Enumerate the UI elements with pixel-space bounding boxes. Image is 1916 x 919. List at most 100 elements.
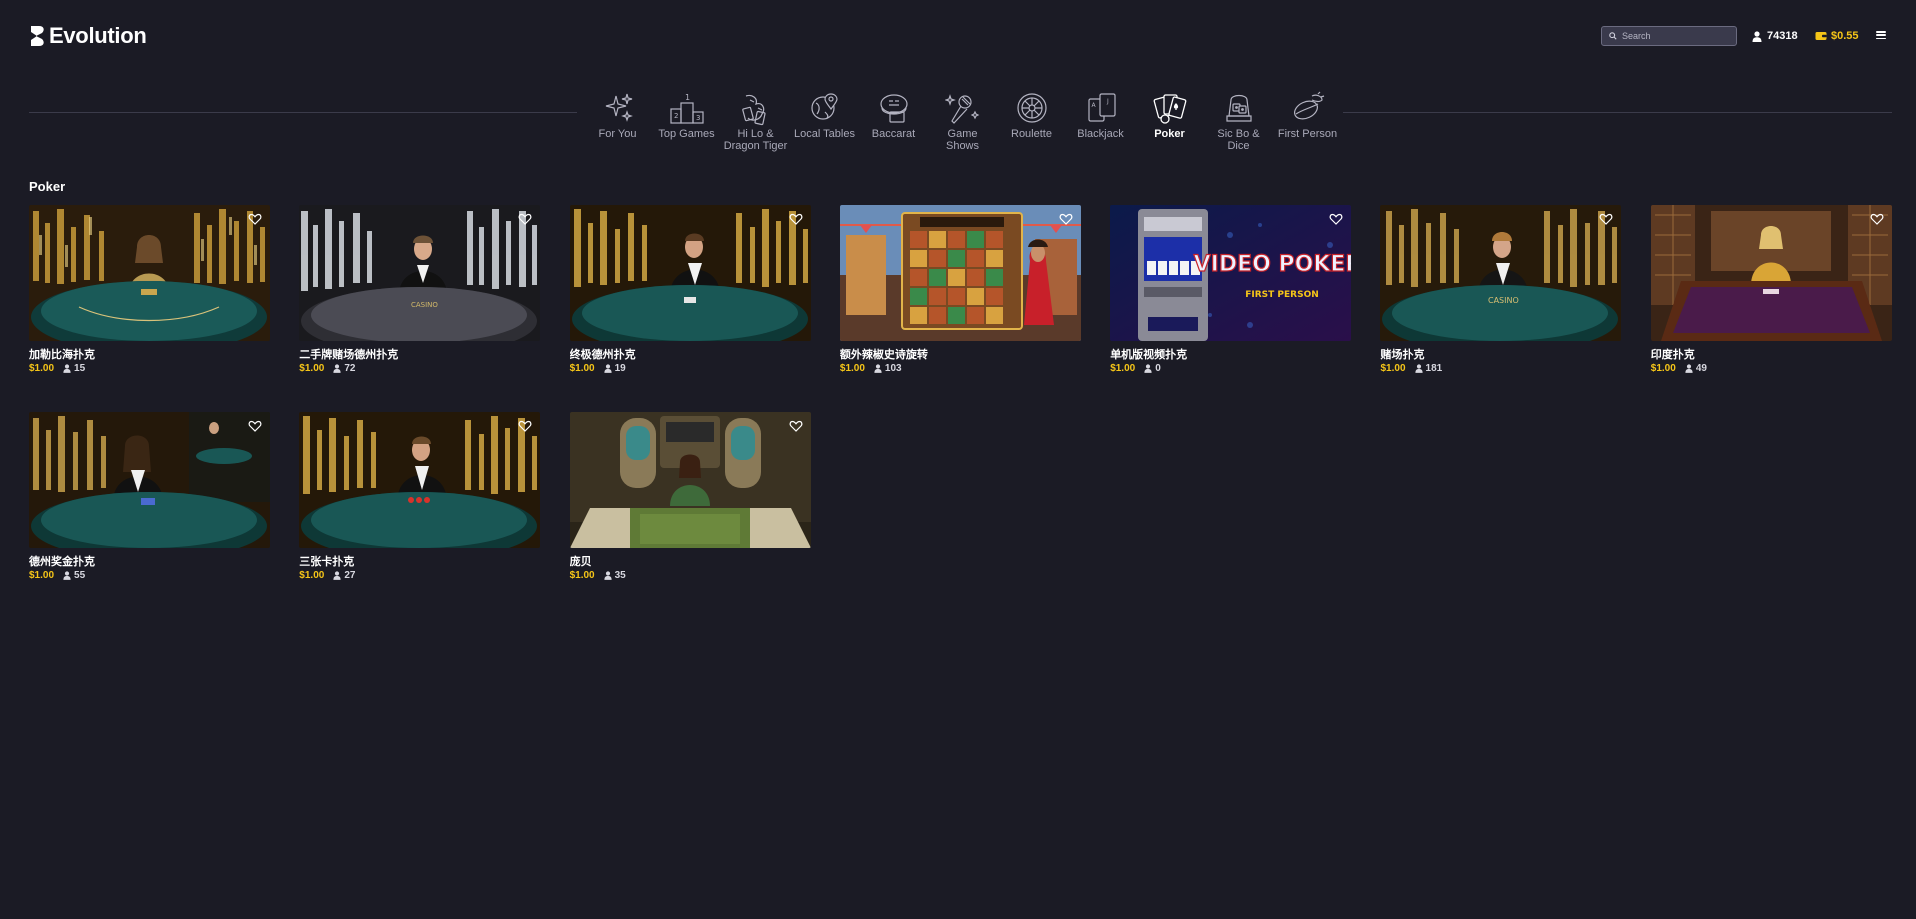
nav-label: Game Shows <box>945 128 980 152</box>
nav-label: Poker <box>1154 128 1185 140</box>
favorite-heart-icon[interactable] <box>518 212 532 226</box>
game-tile[interactable]: 额外辣椒史诗旋转 $1.00 103 <box>839 205 1081 383</box>
nav-divider-left <box>29 112 577 113</box>
nav-item-game-shows[interactable]: Game Shows <box>928 90 997 170</box>
live-dealer-image <box>569 412 811 548</box>
nav-label: Hi Lo & Dragon Tiger <box>723 128 788 152</box>
nav-label: Top Games <box>658 128 715 140</box>
game-thumbnail[interactable] <box>29 412 270 548</box>
favorite-heart-icon[interactable] <box>248 212 262 226</box>
podium-icon: 1 2 3 <box>669 90 705 126</box>
search-input[interactable] <box>1622 31 1722 41</box>
nav-item-hi-lo-dragon-tiger[interactable]: Hi Lo & Dragon Tiger <box>721 90 790 170</box>
hamburger-menu-icon[interactable] <box>1876 30 1886 40</box>
svg-text:CASINO: CASINO <box>1488 296 1519 305</box>
game-title: 德州奖金扑克 <box>29 556 95 568</box>
user-icon <box>1144 364 1152 373</box>
players-count: 181 <box>1425 363 1443 374</box>
nav-item-top-games[interactable]: 1 2 3 Top Games <box>652 90 721 170</box>
game-tile[interactable]: VIDEO POKER FIRST PERSON 单机版视频扑克 $1.00 0 <box>1110 205 1352 383</box>
players-count: 72 <box>344 363 356 374</box>
nav-label: Sic Bo & Dice <box>1217 128 1260 152</box>
players-count: 0 <box>1155 363 1161 374</box>
nav-item-for-you[interactable]: For You <box>583 90 652 170</box>
nav-item-blackjack[interactable]: A J Blackjack <box>1066 90 1135 170</box>
game-thumbnail[interactable] <box>1650 205 1892 341</box>
user-icon <box>604 364 612 373</box>
players-count: 49 <box>1695 363 1707 374</box>
game-title: 庞贝 <box>569 556 592 568</box>
nav-item-first-person[interactable]: First Person <box>1273 90 1342 170</box>
live-dealer-image: CASINO <box>1380 205 1622 341</box>
roulette-wheel-icon <box>1014 90 1050 126</box>
game-title: 额外辣椒史诗旋转 <box>839 349 928 361</box>
svg-text:A: A <box>1091 102 1096 109</box>
game-thumbnail[interactable] <box>569 412 811 548</box>
wallet-icon <box>1815 32 1827 40</box>
user-icon <box>63 571 71 580</box>
section-title: Poker <box>29 179 66 194</box>
live-dealer-image: CASINO <box>299 205 541 341</box>
game-tile[interactable]: CASINO 赌场扑克 $1.00 181 <box>1380 205 1622 383</box>
nav-item-baccarat[interactable]: Baccarat <box>859 90 928 170</box>
favorite-heart-icon[interactable] <box>1329 212 1343 226</box>
game-players: 181 <box>1414 363 1443 374</box>
favorite-heart-icon[interactable] <box>789 212 803 226</box>
favorite-heart-icon[interactable] <box>1059 212 1073 226</box>
favorite-heart-icon[interactable] <box>518 419 532 433</box>
game-tile[interactable]: 三张卡扑克 $1.00 27 <box>299 412 541 590</box>
game-players: 72 <box>333 363 355 374</box>
search-box[interactable] <box>1601 26 1737 46</box>
game-thumbnail[interactable]: VIDEO POKER FIRST PERSON <box>1110 205 1352 341</box>
svg-text:J: J <box>1106 98 1109 105</box>
favorite-heart-icon[interactable] <box>789 419 803 433</box>
evolution-logo[interactable]: Evolution <box>30 22 147 50</box>
game-title: 单机版视频扑克 <box>1110 349 1188 361</box>
game-players: 35 <box>604 570 626 581</box>
game-thumbnail[interactable] <box>839 205 1081 341</box>
game-tile[interactable]: CASINO 二手牌赌场德州扑克 $1.00 72 <box>299 205 541 383</box>
nav-item-local-tables[interactable]: Local Tables <box>790 90 859 170</box>
top-header: Evolution 74318 $0.55 <box>0 0 1916 72</box>
favorite-heart-icon[interactable] <box>1870 212 1884 226</box>
game-title: 二手牌赌场德州扑克 <box>299 349 399 361</box>
first-person-icon <box>1290 90 1326 126</box>
user-icon <box>333 364 341 373</box>
game-tile[interactable]: 德州奖金扑克 $1.00 55 <box>29 412 270 590</box>
poker-cards-icon <box>1152 90 1188 126</box>
game-min-bet: $1.00 <box>1110 363 1136 374</box>
video-poker-image: VIDEO POKER FIRST PERSON <box>1110 205 1352 341</box>
game-title: 终极德州扑克 <box>569 349 636 361</box>
nav-item-roulette[interactable]: Roulette <box>997 90 1066 170</box>
players-count: 15 <box>74 363 86 374</box>
game-tile[interactable]: 庞贝 $1.00 35 <box>569 412 811 590</box>
game-thumbnail[interactable] <box>299 412 541 548</box>
user-icon <box>874 364 882 373</box>
game-meta: $1.00 27 <box>299 570 540 581</box>
game-thumbnail[interactable]: CASINO <box>1380 205 1622 341</box>
nav-divider-right <box>1343 112 1892 113</box>
game-thumbnail[interactable]: CASINO <box>299 205 541 341</box>
favorite-heart-icon[interactable] <box>1599 212 1613 226</box>
game-tile[interactable]: 终极德州扑克 $1.00 19 <box>569 205 811 383</box>
live-dealer-image <box>299 412 541 548</box>
video-poker-title: VIDEO POKER <box>1194 252 1351 277</box>
game-thumbnail[interactable] <box>29 205 270 341</box>
live-dealer-image <box>29 205 270 341</box>
baccarat-icon <box>876 90 912 126</box>
svg-text:3: 3 <box>696 114 700 122</box>
favorite-heart-icon[interactable] <box>248 419 262 433</box>
game-tile[interactable]: 印度扑克 $1.00 49 <box>1650 205 1892 383</box>
slot-game-image <box>839 205 1081 341</box>
search-icon <box>1609 32 1617 40</box>
game-thumbnail[interactable] <box>569 205 811 341</box>
balance-display[interactable]: $0.55 <box>1815 28 1859 44</box>
game-meta: $1.00 0 <box>1110 363 1351 374</box>
nav-item-poker[interactable]: Poker <box>1135 90 1204 170</box>
nav-item-sic-bo-dice[interactable]: Sic Bo & Dice <box>1204 90 1273 170</box>
game-tile[interactable]: 加勒比海扑克 $1.00 15 <box>29 205 270 383</box>
game-meta: $1.00 72 <box>299 363 540 374</box>
sparkles-icon <box>600 90 636 126</box>
game-min-bet: $1.00 <box>1650 363 1676 374</box>
game-players: 55 <box>63 570 85 581</box>
